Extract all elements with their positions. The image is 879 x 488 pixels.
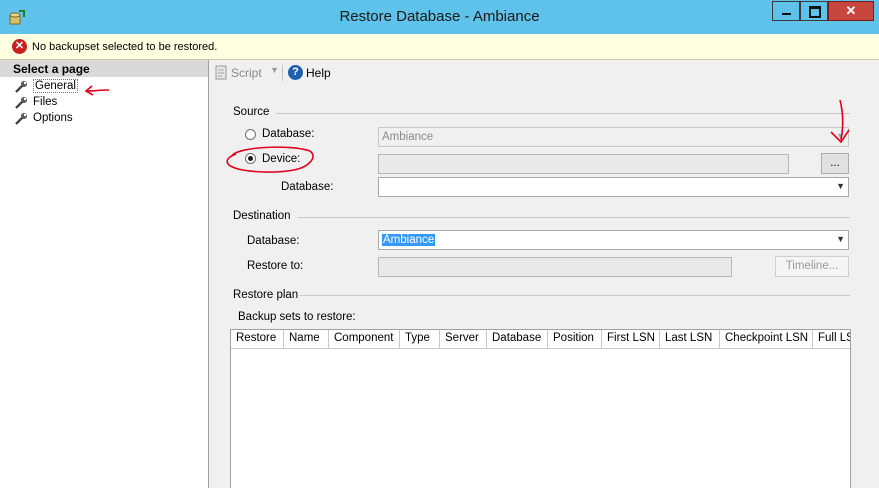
warning-message: No backupset selected to be restored. xyxy=(32,41,218,53)
column-header-first-lsn[interactable]: First LSN xyxy=(602,330,660,348)
destination-section-label: Destination xyxy=(233,210,291,222)
source-device-radio[interactable] xyxy=(245,153,256,164)
close-button[interactable]: ✕ xyxy=(828,1,874,21)
source-database-combo[interactable]: Ambiance ▼ xyxy=(378,127,849,147)
restore-to-input[interactable] xyxy=(378,257,732,277)
column-header-checkpoint-lsn[interactable]: Checkpoint LSN xyxy=(720,330,813,348)
help-icon: ? xyxy=(288,65,303,80)
restore-to-label: Restore to: xyxy=(247,260,304,272)
source-divider xyxy=(276,113,850,114)
column-header-last-lsn[interactable]: Last LSN xyxy=(660,330,720,348)
column-header-type[interactable]: Type xyxy=(400,330,440,348)
page-item-label: Options xyxy=(33,112,73,124)
toolbar: Script ▼ ? Help xyxy=(210,60,879,86)
script-dropdown-icon[interactable]: ▼ xyxy=(270,65,279,75)
column-header-server[interactable]: Server xyxy=(440,330,487,348)
window-title: Restore Database - Ambiance xyxy=(339,8,540,25)
restore-plan-divider xyxy=(300,295,850,296)
restore-plan-section-label: Restore plan xyxy=(233,289,299,301)
column-header-full-lsn[interactable]: Full LS xyxy=(813,330,850,348)
destination-divider xyxy=(298,217,850,218)
wrench-icon xyxy=(15,81,27,93)
source-device-radio-label: Device: xyxy=(262,153,301,165)
page-item-label: General xyxy=(33,79,78,93)
destination-database-value: Ambiance xyxy=(382,234,436,246)
column-header-database[interactable]: Database xyxy=(487,330,548,348)
minimize-button[interactable] xyxy=(772,1,800,21)
destination-database-combo[interactable]: Ambiance ▼ xyxy=(378,230,849,250)
column-header-position[interactable]: Position xyxy=(548,330,602,348)
backup-sets-label: Backup sets to restore: xyxy=(238,311,356,323)
source-section-label: Source xyxy=(233,106,270,118)
source-database-radio-label: Database: xyxy=(262,128,315,140)
error-icon: ✕ xyxy=(12,39,27,54)
chevron-down-icon: ▼ xyxy=(836,131,845,141)
page-selector-header: Select a page xyxy=(0,60,208,77)
script-button[interactable]: Script xyxy=(231,66,262,80)
backup-sets-grid[interactable]: Restore Name Component Type Server Datab… xyxy=(230,329,851,488)
page-item-label: Files xyxy=(33,96,58,108)
chevron-down-icon: ▼ xyxy=(836,181,845,191)
grid-header: Restore Name Component Type Server Datab… xyxy=(231,330,850,349)
toolbar-separator xyxy=(282,65,283,81)
destination-database-label: Database: xyxy=(247,235,300,247)
help-button[interactable]: Help xyxy=(306,66,331,80)
page-selector-title: Select a page xyxy=(13,62,90,76)
script-icon xyxy=(215,65,227,80)
device-path-input[interactable] xyxy=(378,154,789,174)
wrench-icon xyxy=(15,113,27,125)
general-page-content: Source Database: Ambiance ▼ Device: ... … xyxy=(218,96,872,488)
warning-bar: ✕ No backupset selected to be restored. xyxy=(0,34,879,60)
source-database-radio[interactable] xyxy=(245,129,256,140)
column-header-name[interactable]: Name xyxy=(284,330,329,348)
page-selector: Select a page General Files Options xyxy=(0,60,209,488)
device-database-combo[interactable]: ▼ xyxy=(378,177,849,197)
source-database-value: Ambiance xyxy=(382,131,434,143)
timeline-button[interactable]: Timeline... xyxy=(775,256,849,277)
browse-device-button[interactable]: ... xyxy=(821,153,849,174)
wrench-icon xyxy=(15,97,27,109)
maximize-button[interactable] xyxy=(800,1,828,21)
close-icon: ✕ xyxy=(845,3,857,18)
title-bar: Restore Database - Ambiance ✕ xyxy=(0,0,879,34)
column-header-restore[interactable]: Restore xyxy=(231,330,284,348)
chevron-down-icon: ▼ xyxy=(836,234,845,244)
column-header-component[interactable]: Component xyxy=(329,330,400,348)
device-database-label: Database: xyxy=(281,181,334,193)
